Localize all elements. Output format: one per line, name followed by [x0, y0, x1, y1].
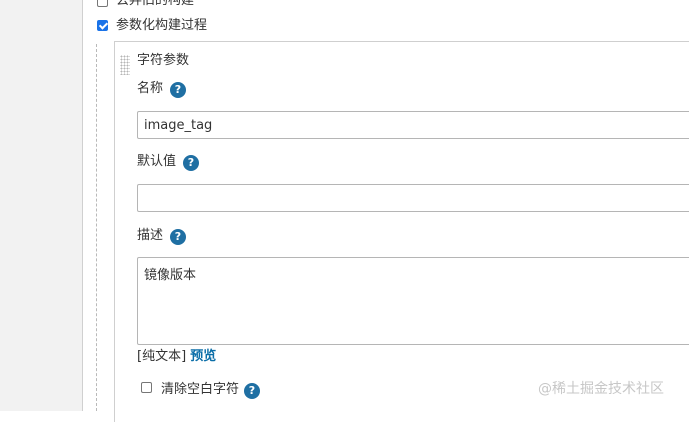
discard-old-builds-checkbox[interactable] — [97, 0, 108, 7]
parameterized-build-checkbox[interactable] — [97, 20, 108, 31]
trim-help-icon[interactable]: ? — [244, 383, 260, 399]
parameterized-build-label: 参数化构建过程 — [116, 18, 208, 33]
default-value-help-icon[interactable]: ? — [183, 155, 199, 171]
description-label: 描述 — [137, 228, 164, 243]
discard-old-builds-label: 丢弃旧的构建 — [116, 0, 195, 8]
left-sidebar — [0, 0, 83, 411]
default-value-input[interactable] — [137, 184, 689, 212]
watermark: @稀土掘金技术社区 — [538, 381, 664, 397]
description-help-icon[interactable]: ? — [170, 229, 186, 245]
drag-handle-icon[interactable] — [120, 55, 130, 75]
preview-link[interactable]: 预览 — [190, 349, 216, 364]
default-value-label: 默认值 — [137, 154, 177, 169]
description-textarea[interactable]: 镜像版本 — [137, 257, 689, 345]
parameter-type-title: 字符参数 — [137, 53, 190, 68]
trim-whitespace-checkbox[interactable] — [141, 382, 152, 393]
name-input[interactable] — [137, 111, 689, 139]
name-help-icon[interactable]: ? — [170, 82, 186, 98]
name-label: 名称 — [137, 81, 164, 96]
section-indent-line — [96, 44, 97, 411]
format-prefix: [纯文本] — [137, 349, 187, 364]
format-info: [纯文本] 预览 — [137, 349, 216, 365]
trim-whitespace-label: 清除空白字符 — [161, 382, 240, 397]
